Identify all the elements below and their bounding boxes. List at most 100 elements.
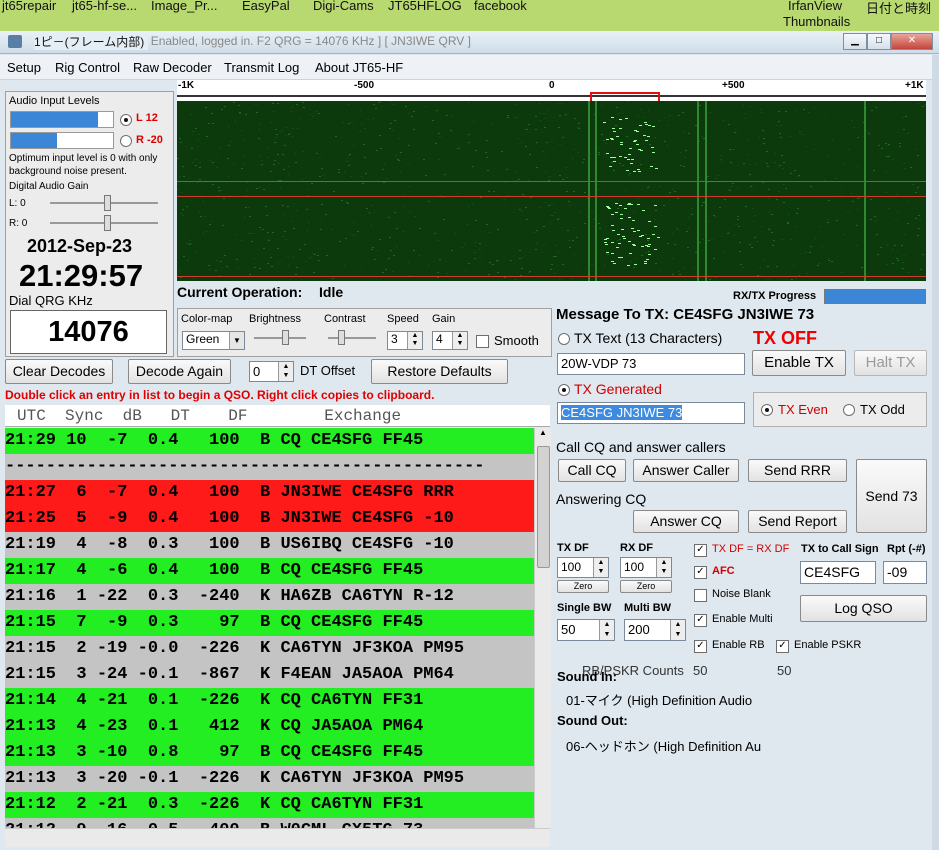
desktop-icon-label[interactable]: Image_Pr...: [151, 0, 217, 13]
desktop-icon-label[interactable]: facebook: [474, 0, 527, 13]
enable-pskr-checkbox[interactable]: ✓: [776, 640, 789, 653]
decode-row[interactable]: 21:13 4 -23 0.1 412 K CQ JA5AOA PM64: [5, 714, 534, 740]
minimize-icon[interactable]: ▁: [843, 33, 867, 50]
rx-df-spinner[interactable]: 100 ▲ ▼: [620, 557, 672, 578]
spinner-arrows-icon[interactable]: ▲ ▼: [407, 332, 422, 349]
enable-multi-checkbox[interactable]: ✓: [694, 614, 707, 627]
menu-rig-control[interactable]: Rig Control: [55, 60, 120, 75]
close-icon[interactable]: ✕: [891, 33, 933, 50]
spinner-arrows-icon[interactable]: ▲ ▼: [656, 558, 671, 577]
txdf-eq-rxdf-checkbox[interactable]: ✓: [694, 544, 707, 557]
tx-generated-input[interactable]: CE4SFG JN3IWE 73: [557, 402, 745, 424]
menu-transmit-log[interactable]: Transmit Log: [224, 60, 299, 75]
right-level-label: R -20: [136, 134, 163, 146]
desktop-icon-label[interactable]: Thumbnails: [783, 14, 850, 29]
digital-gain-title: Digital Audio Gain: [9, 181, 89, 192]
enable-tx-button[interactable]: Enable TX: [752, 350, 846, 376]
menu-raw-decoder[interactable]: Raw Decoder: [133, 60, 212, 75]
decode-list-scrollbar[interactable]: ▲: [534, 428, 551, 828]
contrast-slider[interactable]: [328, 337, 376, 339]
call-cq-button[interactable]: Call CQ: [558, 459, 626, 482]
sound-out-label: Sound Out:: [557, 713, 628, 728]
tx-text-input[interactable]: 20W-VDP 73: [557, 353, 745, 375]
send-rrr-button[interactable]: Send RRR: [748, 459, 847, 482]
halt-tx-button[interactable]: Halt TX: [854, 350, 927, 376]
desktop-icon-label[interactable]: 日付と時刻: [866, 0, 931, 17]
brightness-thumb[interactable]: [282, 330, 289, 345]
decode-row[interactable]: 21:19 4 -8 0.3 100 B US6IBQ CE4SFG -10: [5, 532, 534, 558]
answer-caller-button[interactable]: Answer Caller: [633, 459, 739, 482]
log-qso-button[interactable]: Log QSO: [800, 595, 927, 622]
clear-decodes-button[interactable]: Clear Decodes: [5, 359, 113, 384]
tx-text-radio[interactable]: [558, 333, 570, 345]
contrast-thumb[interactable]: [338, 330, 345, 345]
send-report-button[interactable]: Send Report: [748, 510, 847, 533]
tx-even-radio[interactable]: [761, 404, 773, 416]
spinner-arrows-icon[interactable]: ▲ ▼: [670, 620, 685, 640]
decode-row[interactable]: 21:12 9 -16 0.5 400 B W0CML CX5TG 73: [5, 818, 534, 828]
decode-row[interactable]: 21:15 3 -24 -0.1 -867 K F4EAN JA5AOA PM6…: [5, 662, 534, 688]
decode-row[interactable]: 21:15 2 -19 -0.0 -226 K CA6TYN JF3KOA PM…: [5, 636, 534, 662]
waterfall-display[interactable]: [177, 101, 926, 281]
scroll-up-icon[interactable]: ▲: [535, 428, 551, 442]
enable-rb-label: Enable RB: [712, 639, 765, 651]
decode-list-hscroll[interactable]: [5, 828, 550, 847]
window-titlebar[interactable]: JT65-HF 1.0.9.3 [ RB Enabled, logged in.…: [0, 31, 939, 54]
desktop-icon-label[interactable]: JT65HFLOG: [388, 0, 462, 13]
decode-row[interactable]: 21:16 1 -22 0.3 -240 K HA6ZB CA6TYN R-12: [5, 584, 534, 610]
spinner-arrows-icon[interactable]: ▲ ▼: [452, 332, 467, 349]
colormap-select[interactable]: Green ▼: [182, 331, 245, 350]
desktop-icon-label[interactable]: Digi-Cams: [313, 0, 374, 13]
decode-row[interactable]: 21:13 3 -20 -0.1 -226 K CA6TYN JF3KOA PM…: [5, 766, 534, 792]
decode-row[interactable]: 21:29 10 -7 0.4 100 B CQ CE4SFG FF45: [5, 428, 534, 454]
smooth-checkbox[interactable]: [476, 335, 489, 348]
speed-spinner[interactable]: 3 ▲ ▼: [387, 331, 423, 350]
spinner-arrows-icon[interactable]: ▲ ▼: [278, 362, 293, 381]
gain-spinner[interactable]: 4 ▲ ▼: [432, 331, 468, 350]
dt-offset-spinner[interactable]: 0 ▲ ▼: [249, 361, 294, 382]
decode-row[interactable]: ----------------------------------------…: [5, 454, 534, 480]
tx-df-zero-button[interactable]: Zero: [557, 580, 609, 593]
gain-r-thumb[interactable]: [104, 215, 111, 231]
rx-passband-marker[interactable]: [590, 92, 660, 101]
multi-bw-spinner[interactable]: 200 ▲ ▼: [624, 619, 686, 641]
tx-to-callsign-input[interactable]: CE4SFG: [800, 561, 876, 584]
tx-df-spinner[interactable]: 100 ▲ ▼: [557, 557, 609, 578]
tx-generated-radio[interactable]: [558, 384, 570, 396]
decode-again-button[interactable]: Decode Again: [128, 359, 231, 384]
noise-blank-checkbox[interactable]: [694, 589, 707, 602]
brightness-slider[interactable]: [254, 337, 306, 339]
desktop-icon-label[interactable]: IrfanView: [788, 0, 842, 13]
decode-row[interactable]: 21:13 3 -10 0.8 97 B CQ CE4SFG FF45: [5, 740, 534, 766]
enable-rb-checkbox[interactable]: ✓: [694, 640, 707, 653]
spinner-arrows-icon[interactable]: ▲ ▼: [599, 620, 614, 640]
decode-row[interactable]: 21:14 4 -21 0.1 -226 K CQ CA6TYN FF31: [5, 688, 534, 714]
afc-checkbox[interactable]: ✓: [694, 566, 707, 579]
desktop-icon-label[interactable]: jt65repair: [2, 0, 56, 13]
decode-row[interactable]: 21:27 6 -7 0.4 100 B JN3IWE CE4SFG RRR: [5, 480, 534, 506]
decode-list[interactable]: 21:29 10 -7 0.4 100 B CQ CE4SFG FF45 ----…: [5, 428, 534, 828]
menu-setup[interactable]: Setup: [7, 60, 41, 75]
spinner-arrows-icon[interactable]: ▲ ▼: [593, 558, 608, 577]
scrollbar-thumb[interactable]: [537, 446, 550, 568]
desktop-icon-label[interactable]: jt65-hf-se...: [72, 0, 137, 13]
decode-row[interactable]: 21:12 2 -21 0.3 -226 K CQ CA6TYN FF31: [5, 792, 534, 818]
report-label: Rpt (-#): [887, 543, 926, 555]
tx-odd-radio[interactable]: [843, 404, 855, 416]
decode-row[interactable]: 21:17 4 -6 0.4 100 B CQ CE4SFG FF45: [5, 558, 534, 584]
restore-defaults-button[interactable]: Restore Defaults: [371, 359, 508, 384]
gain-l-thumb[interactable]: [104, 195, 111, 211]
report-input[interactable]: -09: [883, 561, 927, 584]
rx-df-zero-button[interactable]: Zero: [620, 580, 672, 593]
right-channel-radio[interactable]: [120, 135, 132, 147]
send-73-button[interactable]: Send 73: [856, 459, 927, 533]
maximize-icon[interactable]: □: [867, 33, 891, 50]
desktop-icon-label[interactable]: EasyPal: [242, 0, 290, 13]
menu-about[interactable]: About JT65-HF: [315, 60, 403, 75]
chevron-down-icon[interactable]: ▼: [229, 332, 244, 349]
decode-row[interactable]: 21:15 7 -9 0.3 97 B CQ CE4SFG FF45: [5, 610, 534, 636]
left-channel-radio[interactable]: [120, 114, 132, 126]
single-bw-spinner[interactable]: 50 ▲ ▼: [557, 619, 615, 641]
decode-row[interactable]: 21:25 5 -9 0.4 100 B JN3IWE CE4SFG -10: [5, 506, 534, 532]
answer-cq-button[interactable]: Answer CQ: [633, 510, 739, 533]
